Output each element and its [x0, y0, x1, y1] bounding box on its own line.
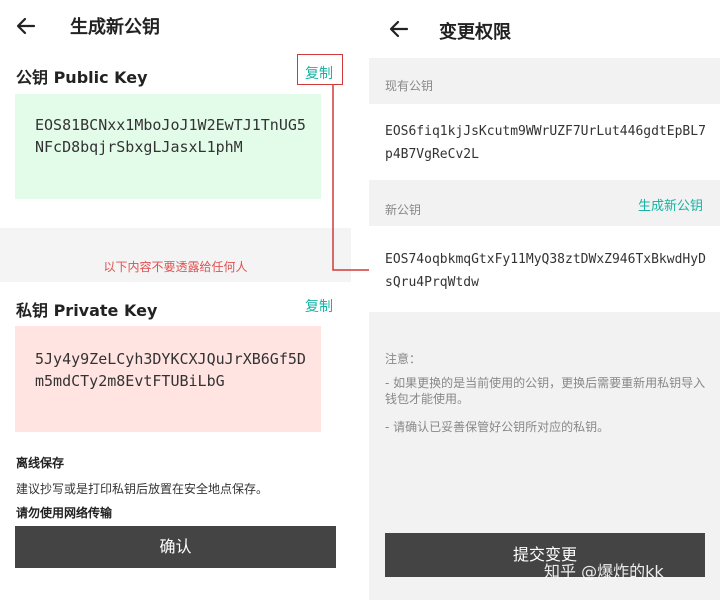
privacy-warning: 以下内容不要透露给任何人: [103, 260, 248, 274]
new-key-value: EOS74oqbkmqGtxFy11MyQ38ztDWxZ946TxBkwdHy…: [369, 226, 720, 312]
private-key-label: 私钥 Private Key: [16, 301, 158, 320]
offline-save-title: 离线保存: [16, 456, 65, 470]
network-warning-title: 请勿使用网络传输: [16, 506, 113, 520]
page-title: 生成新公钥: [70, 17, 160, 38]
private-key-card: 私钥 Private Key 复制 5Jy4y9ZeLCyh3DYKCXJQuJ…: [0, 282, 351, 600]
left-screen: 生成新公钥 公钥 Public Key 复制 EOS81BCNxx1MboJoJ…: [0, 0, 351, 600]
new-key-label: 新公钥: [385, 203, 422, 217]
confirm-button[interactable]: 确认: [15, 526, 336, 568]
notice-item-2: - 请确认已妥善保管好公钥所对应的私钥。: [385, 420, 610, 434]
copy-private-key-button[interactable]: 复制: [305, 296, 333, 316]
watermark: 知乎 @爆炸的kk: [544, 562, 664, 581]
nav-bar: 生成新公钥: [0, 0, 351, 52]
notice-item-1: - 如果更换的是当前使用的公钥，更换后需要重新用私钥导入钱包才能使用。: [385, 376, 706, 406]
nav-bar: 变更权限: [369, 0, 720, 58]
back-arrow-icon[interactable]: [387, 17, 411, 41]
back-arrow-icon[interactable]: [14, 14, 38, 38]
offline-save-text: 建议抄写或是打印私钥后放置在安全地点保存。: [16, 482, 269, 496]
copy-highlight-annotation: [297, 54, 343, 85]
current-key-label: 现有公钥: [385, 79, 434, 93]
generate-new-key-link[interactable]: 生成新公钥: [638, 195, 703, 214]
private-key-value: 5Jy4y9ZeLCyh3DYKCXJQuJrXB6Gf5Dm5mdCTy2m8…: [15, 326, 321, 432]
notice-title: 注意：: [385, 352, 422, 366]
right-screen: 变更权限 现有公钥 EOS6fiq1kjJsKcutm9WWrUZF7UrLut…: [369, 0, 720, 600]
public-key-label: 公钥 Public Key: [16, 68, 148, 87]
page-title: 变更权限: [439, 22, 511, 43]
public-key-value: EOS81BCNxx1MboJoJ1W2EwTJ1TnUG5NFcD8bqjrS…: [15, 94, 321, 199]
current-key-value: EOS6fiq1kjJsKcutm9WWrUZF7UrLut446gdtEpBL…: [369, 104, 720, 180]
